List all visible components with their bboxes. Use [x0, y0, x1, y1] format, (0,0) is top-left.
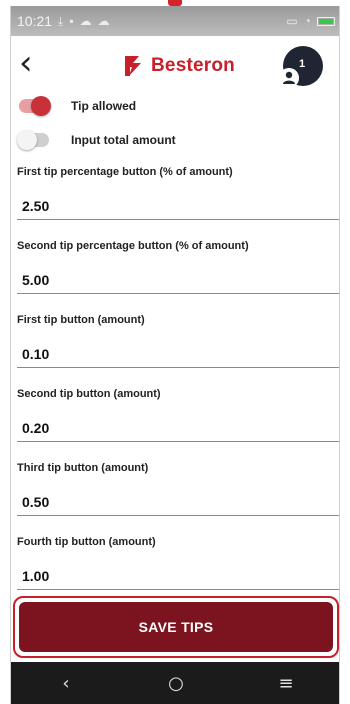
besteron-logo-icon [125, 56, 141, 76]
home-icon[interactable]: ○ [146, 663, 206, 703]
field-label: First tip button (amount) [17, 314, 145, 326]
input-total-amount-toggle[interactable] [17, 130, 49, 150]
tip-allowed-label: Tip allowed [71, 99, 137, 113]
notification-count: 1 [299, 58, 306, 70]
system-nav-bar: ‹ ○ ≡ [11, 662, 339, 704]
field-underline [17, 367, 339, 368]
phone-screen: 10:21 ⤓ ▪ ☁ ☁ ▭ ◔ ‹ Besteron 1 Tip allow… [10, 6, 340, 704]
field-underline [17, 515, 339, 516]
person-icon [279, 68, 299, 88]
back-icon[interactable]: ‹ [36, 663, 96, 703]
field-value[interactable]: 0.20 [22, 420, 49, 436]
field-label: Fourth tip button (amount) [17, 536, 156, 548]
brand-logo: Besteron [123, 55, 235, 77]
cloud-icon: ☁ [97, 14, 110, 28]
battery-icon [317, 16, 335, 26]
cast-icon: ▭ [286, 14, 298, 28]
field-label: First tip percentage button (% of amount… [17, 166, 233, 178]
field-label: Third tip button (amount) [17, 462, 149, 474]
field-value[interactable]: 0.50 [22, 494, 49, 510]
status-bar: 10:21 ⤓ ▪ ☁ ☁ ▭ ◔ [11, 6, 339, 36]
field-value[interactable]: 5.00 [22, 272, 49, 288]
chevron-left-icon[interactable]: ‹ [19, 46, 55, 84]
field-label: Second tip percentage button (% of amoun… [17, 240, 249, 252]
account-button[interactable]: 1 [279, 46, 323, 90]
input-total-amount-row[interactable]: Input total amount [17, 128, 176, 152]
field-label: Second tip button (amount) [17, 388, 161, 400]
cloud-icon: ☁ [79, 14, 92, 28]
field-underline [17, 219, 339, 220]
tip-allowed-row[interactable]: Tip allowed [19, 94, 136, 118]
field-value[interactable]: 2.50 [22, 198, 49, 214]
menu-icon[interactable]: ≡ [256, 663, 316, 703]
message-icon: ▪ [69, 14, 74, 28]
field-value[interactable]: 0.10 [22, 346, 49, 362]
tip-allowed-toggle[interactable] [19, 96, 51, 116]
download-icon: ⤓ [58, 13, 64, 28]
field-underline [17, 293, 339, 294]
app-bar: ‹ Besteron 1 [11, 36, 339, 98]
brand-name: Besteron [151, 55, 235, 76]
field-underline [17, 589, 339, 590]
field-value[interactable]: 1.00 [22, 568, 49, 584]
save-tips-button[interactable]: SAVE TIPS [19, 602, 333, 652]
input-total-amount-label: Input total amount [71, 133, 176, 147]
highlight-marker [168, 0, 182, 6]
field-underline [17, 441, 339, 442]
status-time: 10:21 [17, 13, 53, 29]
wifi-icon: ◔ [303, 14, 311, 28]
